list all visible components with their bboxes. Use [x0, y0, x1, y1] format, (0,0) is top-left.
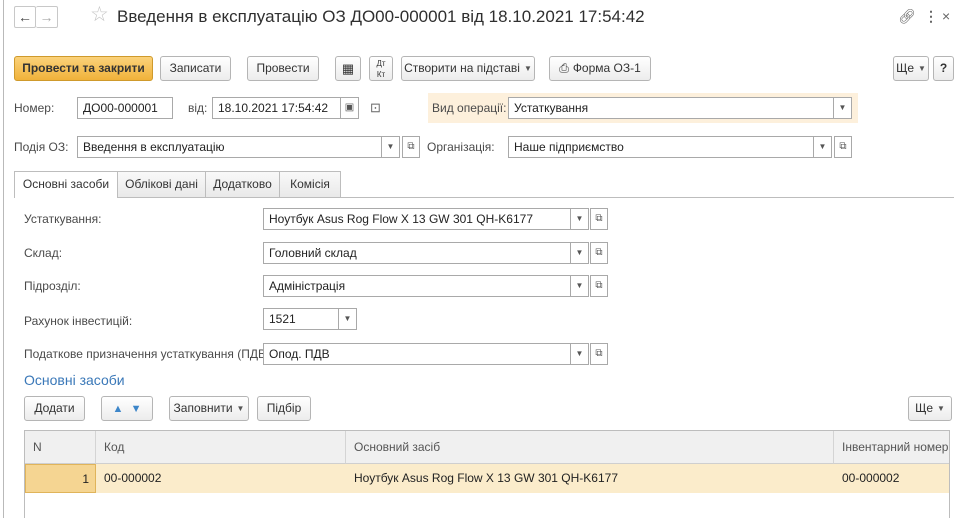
column-header-code[interactable]: Код [96, 431, 346, 464]
column-header-asset[interactable]: Основний засіб [346, 431, 834, 464]
column-header-n[interactable]: N [25, 431, 96, 464]
assets-section-title: Основні засоби [24, 372, 125, 388]
debit-credit-icon[interactable]: Дт Кт [369, 56, 393, 81]
chevron-down-icon: ▼ [236, 404, 245, 413]
tab-divider [118, 197, 954, 198]
open-icon[interactable]: ⧉ [590, 208, 608, 230]
equipment-label: Устаткування: [24, 212, 102, 226]
link-icon[interactable]: 🔗︎ [898, 7, 916, 25]
cell-inventory[interactable]: 00-000002 [834, 464, 949, 493]
organization-label: Організація: [427, 140, 495, 154]
open-icon[interactable]: ⧉ [590, 275, 608, 297]
column-header-inventory[interactable]: Інвентарний номер [834, 431, 949, 464]
tab-accounting-data[interactable]: Облікові дані [117, 171, 206, 197]
operation-type-field[interactable]: Устаткування [508, 97, 834, 119]
printer-icon: ⎙ [559, 61, 569, 75]
window-left-border [3, 0, 4, 518]
pick-button[interactable]: Підбір [257, 396, 311, 421]
equipment-field[interactable]: Ноутбук Asus Rog Flow X 13 GW 301 QH-K61… [263, 208, 571, 230]
table-more-button[interactable]: Ще ▼ [908, 396, 952, 421]
date-label: від: [188, 101, 208, 115]
help-button[interactable]: ? [933, 56, 954, 81]
fill-label: Заповнити [173, 401, 233, 415]
chevron-down-icon[interactable]: ▼ [814, 136, 832, 158]
assets-table: N Код Основний засіб Інвентарний номер 1… [24, 430, 950, 518]
create-based-on-label: Створити на підставі [404, 61, 520, 75]
arrow-up-icon[interactable]: ▲ [112, 403, 123, 415]
forward-arrow-icon[interactable]: → [36, 6, 58, 28]
investment-account-label: Рахунок інвестицій: [24, 314, 133, 328]
tab-commission[interactable]: Комісія [279, 171, 341, 197]
chevron-down-icon[interactable]: ▼ [382, 136, 400, 158]
related-documents-icon[interactable]: ⊡ [370, 99, 381, 117]
more-label: Ще [896, 61, 914, 75]
save-button[interactable]: Записати [160, 56, 231, 81]
chevron-down-icon[interactable]: ▼ [339, 308, 357, 330]
cell-n[interactable]: 1 [25, 464, 96, 493]
chevron-down-icon[interactable]: ▼ [571, 208, 589, 230]
date-field[interactable]: 18.10.2021 17:54:42 [212, 97, 341, 119]
operation-type-label: Вид операції: [432, 101, 507, 115]
chevron-down-icon: ▼ [937, 404, 945, 413]
chevron-down-icon[interactable]: ▼ [571, 242, 589, 264]
chevron-down-icon[interactable]: ▼ [834, 97, 852, 119]
number-field[interactable]: ДО00-000001 [77, 97, 173, 119]
cell-code[interactable]: 00-000002 [96, 464, 346, 493]
arrow-down-icon[interactable]: ▼ [131, 403, 142, 415]
more-button[interactable]: Ще ▼ [893, 56, 929, 81]
post-button[interactable]: Провести [247, 56, 319, 81]
tab-additional[interactable]: Додатково [205, 171, 280, 197]
open-icon[interactable]: ⧉ [590, 242, 608, 264]
star-icon[interactable]: ☆ [90, 3, 109, 27]
calendar-icon[interactable]: ▣ [341, 97, 359, 119]
organization-field[interactable]: Наше підприємство [508, 136, 814, 158]
number-label: Номер: [14, 101, 55, 115]
add-button[interactable]: Додати [24, 396, 85, 421]
chevron-down-icon[interactable]: ▼ [571, 275, 589, 297]
table-more-label: Ще [915, 401, 933, 415]
fill-button[interactable]: Заповнити ▼ [169, 396, 249, 421]
move-buttons: ▲ ▼ [101, 396, 153, 421]
investment-account-field[interactable]: 1521 [263, 308, 339, 330]
event-label: Подія ОЗ: [14, 140, 69, 154]
close-icon[interactable]: × [942, 7, 950, 25]
chevron-down-icon: ▼ [523, 64, 532, 73]
post-and-close-button[interactable]: Провести та закрити [14, 56, 153, 81]
create-based-on-button[interactable]: Створити на підставі ▼ [401, 56, 535, 81]
department-label: Підрозділ: [24, 279, 81, 293]
chevron-down-icon: ▼ [918, 64, 926, 73]
chevron-down-icon[interactable]: ▼ [571, 343, 589, 365]
form-os1-button[interactable]: ⎙ Форма ОЗ-1 [549, 56, 651, 81]
open-icon[interactable]: ⧉ [834, 136, 852, 158]
vat-purpose-label: Податкове призначення устаткування (ПДВ)… [24, 347, 274, 361]
tab-main-assets[interactable]: Основні засоби [14, 171, 118, 198]
warehouse-field[interactable]: Головний склад [263, 242, 571, 264]
kebab-menu-icon[interactable]: ⋮ [924, 7, 938, 25]
open-icon[interactable]: ⧉ [402, 136, 420, 158]
document-title: Введення в експлуатацію ОЗ ДО00-000001 в… [117, 7, 645, 26]
form-os1-label: Форма ОЗ-1 [572, 61, 641, 75]
document-movements-icon[interactable]: ▦ [335, 56, 361, 81]
cell-asset[interactable]: Ноутбук Asus Rog Flow X 13 GW 301 QH-K61… [346, 464, 834, 493]
warehouse-label: Склад: [24, 246, 63, 260]
department-field[interactable]: Адміністрація [263, 275, 571, 297]
table-row[interactable]: 1 00-000002 Ноутбук Asus Rog Flow X 13 G… [25, 464, 949, 493]
vat-purpose-field[interactable]: Опод. ПДВ [263, 343, 571, 365]
back-arrow-icon[interactable]: ← [14, 6, 36, 28]
event-field[interactable]: Введення в експлуатацію [77, 136, 382, 158]
open-icon[interactable]: ⧉ [590, 343, 608, 365]
